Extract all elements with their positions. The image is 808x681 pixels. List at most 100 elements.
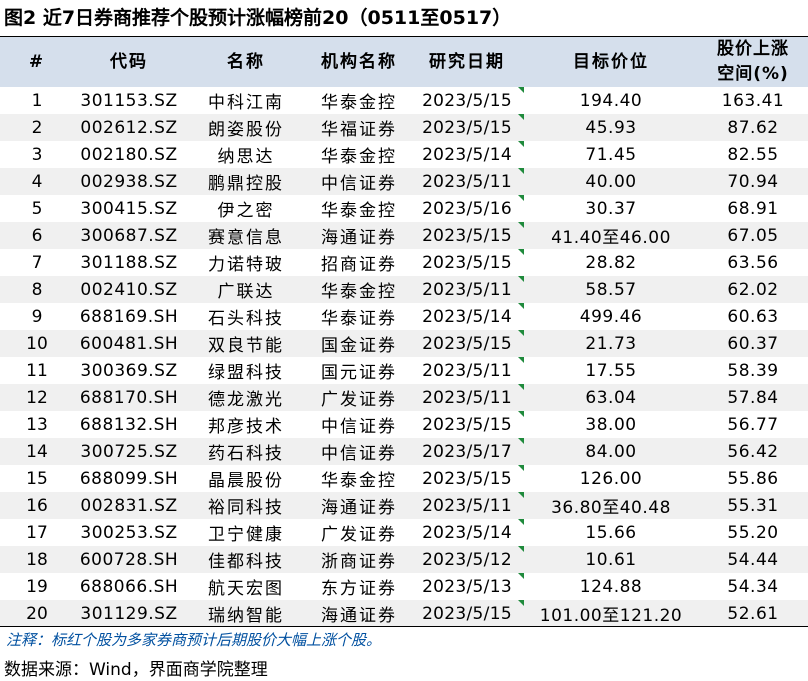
cell-code-text: 300725.SZ bbox=[80, 441, 178, 462]
table-row: 19 688066.SH 航天宏图 东方证券 2023/5/13 124.88 54.34 bbox=[0, 573, 808, 600]
cell-rank: 17 bbox=[0, 519, 74, 546]
cell-upside-text: 58.39 bbox=[727, 360, 779, 381]
cell-target: 63.04 bbox=[524, 384, 698, 411]
cell-target: 36.80至40.48 bbox=[524, 492, 698, 519]
cell-upside-text: 87.62 bbox=[727, 117, 779, 138]
cell-rank: 5 bbox=[0, 195, 74, 222]
cell-date: 2023/5/14 bbox=[410, 141, 524, 168]
cell-date-text: 2023/5/13 bbox=[422, 576, 512, 597]
table-row: 15 688099.SH 晶晨股份 华泰金控 2023/5/15 126.00 55.86 bbox=[0, 465, 808, 492]
cell-date-text: 2023/5/11 bbox=[422, 360, 512, 381]
cell-upside-text: 54.44 bbox=[727, 549, 779, 570]
cell-date-text: 2023/5/11 bbox=[422, 279, 512, 300]
cell-upside: 63.56 bbox=[698, 249, 808, 276]
table-row: 20 301129.SZ 瑞纳智能 海通证券 2023/5/15 101.00至121.2… bbox=[0, 600, 808, 627]
cell-name-text: 晶晨股份 bbox=[208, 471, 284, 491]
table-row: 4 002938.SZ 鹏鼎控股 中信证券 2023/5/11 40.00 70.94 bbox=[0, 168, 808, 195]
cell-date: 2023/5/11 bbox=[410, 384, 524, 411]
cell-code-text: 300369.SZ bbox=[80, 360, 178, 381]
cell-institution-text: 中信证券 bbox=[321, 174, 397, 194]
cell-upside: 57.84 bbox=[698, 384, 808, 411]
table-row: 9 688169.SH 石头科技 华泰证券 2023/5/14 499.46 60.63 bbox=[0, 303, 808, 330]
cell-date-text: 2023/5/15 bbox=[422, 414, 512, 435]
data-source: 数据来源：Wind，界面商学院整理 bbox=[4, 660, 268, 680]
cell-code: 688170.SH bbox=[74, 384, 184, 411]
cell-code-text: 301188.SZ bbox=[80, 252, 178, 273]
cell-rank-text: 2 bbox=[31, 117, 43, 138]
cell-code-text: 688169.SH bbox=[79, 306, 179, 327]
cell-date-text: 2023/5/16 bbox=[422, 198, 512, 219]
cell-name-text: 广联达 bbox=[217, 282, 275, 302]
table-row: 8 002410.SZ 广联达 华泰金控 2023/5/11 58.57 62.02 bbox=[0, 276, 808, 303]
cell-institution-text: 华福证券 bbox=[321, 120, 397, 140]
cell-upside: 54.44 bbox=[698, 546, 808, 573]
cell-name: 卫宁健康 bbox=[184, 519, 308, 546]
cell-date: 2023/5/15 bbox=[410, 465, 524, 492]
cell-upside-text: 82.55 bbox=[727, 144, 779, 165]
cell-upside: 56.77 bbox=[698, 411, 808, 438]
cell-upside: 55.20 bbox=[698, 519, 808, 546]
cell-rank-text: 9 bbox=[31, 306, 43, 327]
cell-institution-text: 招商证券 bbox=[321, 255, 397, 275]
cell-upside: 60.63 bbox=[698, 303, 808, 330]
cell-code: 688099.SH bbox=[74, 465, 184, 492]
cell-rank-text: 20 bbox=[26, 603, 48, 624]
cell-target-text: 84.00 bbox=[585, 441, 637, 462]
table-row: 6 300687.SZ 赛意信息 海通证券 2023/5/15 41.40至46.00 67… bbox=[0, 222, 808, 249]
cell-rank-text: 10 bbox=[26, 333, 48, 354]
cell-upside-text: 68.91 bbox=[727, 198, 779, 219]
cell-name: 赛意信息 bbox=[184, 222, 308, 249]
cell-code: 600481.SH bbox=[74, 330, 184, 357]
cell-target: 124.88 bbox=[524, 573, 698, 600]
cell-code: 688132.SH bbox=[74, 411, 184, 438]
table-row: 16 002831.SZ 裕同科技 海通证券 2023/5/11 36.80至40.48 5… bbox=[0, 492, 808, 519]
header-upside-line2: 空间(%) bbox=[717, 64, 789, 84]
cell-name: 德龙激光 bbox=[184, 384, 308, 411]
table-row: 5 300415.SZ 伊之密 华泰金控 2023/5/16 30.37 68.91 bbox=[0, 195, 808, 222]
cell-code: 300415.SZ bbox=[74, 195, 184, 222]
cell-institution: 华泰金控 bbox=[308, 141, 410, 168]
cell-code-text: 002612.SZ bbox=[80, 117, 178, 138]
cell-upside: 52.61 bbox=[698, 600, 808, 627]
cell-rank: 3 bbox=[0, 141, 74, 168]
cell-date: 2023/5/16 bbox=[410, 195, 524, 222]
cell-institution: 中信证券 bbox=[308, 411, 410, 438]
table-row: 10 600481.SH 双良节能 国金证券 2023/5/15 21.73 60.37 bbox=[0, 330, 808, 357]
table-bottom-border bbox=[0, 626, 808, 627]
cell-date: 2023/5/11 bbox=[410, 276, 524, 303]
cell-target: 194.40 bbox=[524, 87, 698, 114]
cell-institution-text: 国元证券 bbox=[321, 363, 397, 383]
cell-date-text: 2023/5/15 bbox=[422, 468, 512, 489]
cell-name-text: 药石科技 bbox=[208, 444, 284, 464]
cell-institution-text: 中信证券 bbox=[321, 417, 397, 437]
cell-name: 朗姿股份 bbox=[184, 114, 308, 141]
cell-code-text: 600481.SH bbox=[79, 333, 179, 354]
cell-name-text: 绿盟科技 bbox=[208, 363, 284, 383]
cell-upside: 62.02 bbox=[698, 276, 808, 303]
cell-upside-text: 163.41 bbox=[721, 90, 785, 111]
cell-rank: 19 bbox=[0, 573, 74, 600]
table-body: 1 301153.SZ 中科江南 华泰金控 2023/5/15 194.40 163.41 2… bbox=[0, 87, 808, 627]
cell-upside-text: 57.84 bbox=[727, 387, 779, 408]
header-code: 代码 bbox=[74, 37, 184, 87]
cell-code: 002831.SZ bbox=[74, 492, 184, 519]
cell-target-text: 40.00 bbox=[585, 171, 637, 192]
cell-name-text: 朗姿股份 bbox=[208, 120, 284, 140]
cell-upside-text: 63.56 bbox=[727, 252, 779, 273]
cell-target-text: 58.57 bbox=[585, 279, 637, 300]
cell-date-text: 2023/5/15 bbox=[422, 252, 512, 273]
cell-name: 晶晨股份 bbox=[184, 465, 308, 492]
cell-code-text: 002180.SZ bbox=[80, 144, 178, 165]
cell-date-text: 2023/5/15 bbox=[422, 90, 512, 111]
cell-target: 41.40至46.00 bbox=[524, 222, 698, 249]
cell-institution: 浙商证券 bbox=[308, 546, 410, 573]
table-row: 3 002180.SZ 纳思达 华泰金控 2023/5/14 71.45 82.55 bbox=[0, 141, 808, 168]
cell-institution-text: 海通证券 bbox=[321, 606, 397, 626]
cell-institution: 海通证券 bbox=[308, 600, 410, 627]
cell-date: 2023/5/15 bbox=[410, 600, 524, 627]
cell-code: 688066.SH bbox=[74, 573, 184, 600]
cell-date-text: 2023/5/14 bbox=[422, 144, 512, 165]
cell-target: 126.00 bbox=[524, 465, 698, 492]
cell-code-text: 300687.SZ bbox=[80, 225, 178, 246]
cell-date-text: 2023/5/14 bbox=[422, 306, 512, 327]
